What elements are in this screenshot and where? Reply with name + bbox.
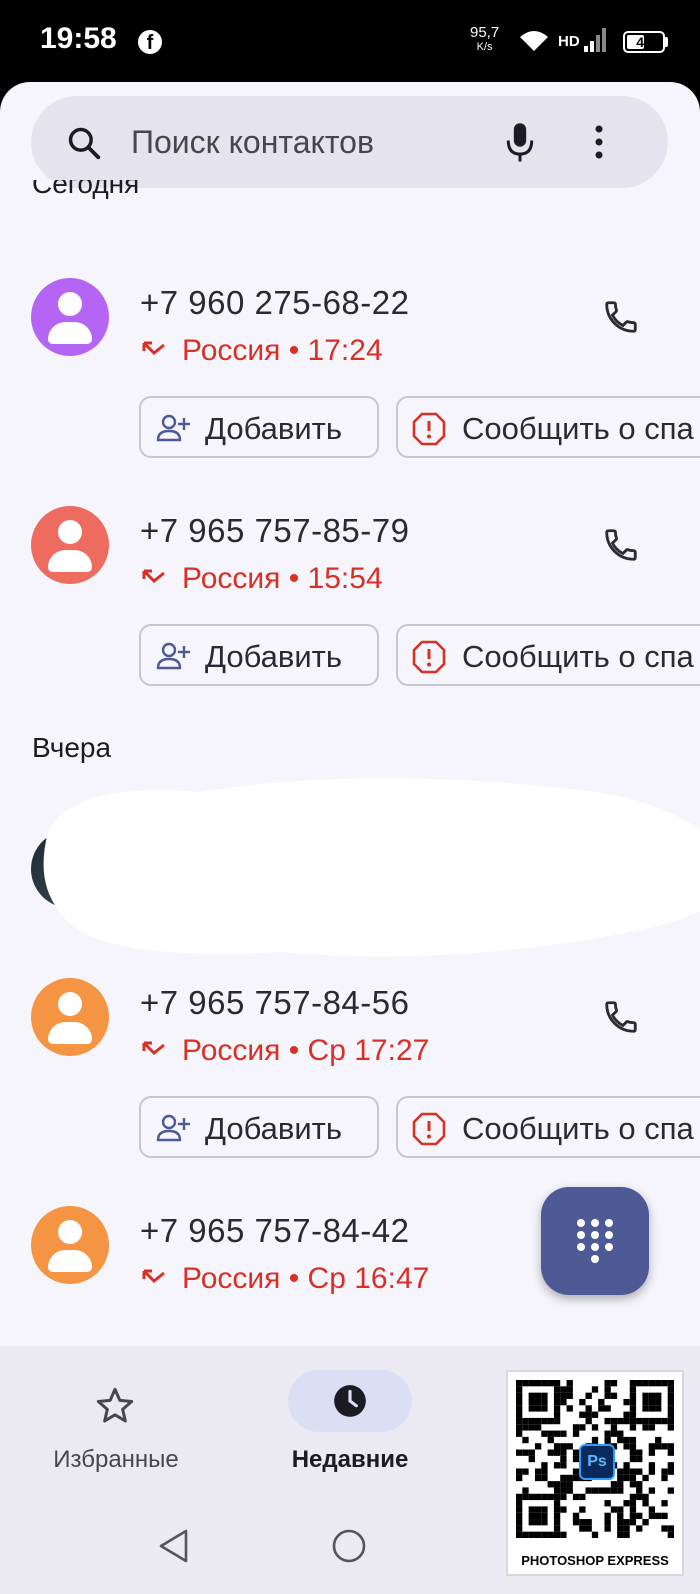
phone-call-icon[interactable] — [602, 998, 640, 1036]
call-row[interactable]: +7 965 757-84-56 Россия • Ср 17:27 — [0, 958, 700, 1068]
add-contact-button[interactable]: Добавить — [139, 396, 379, 458]
section-today: Сегодня — [32, 180, 139, 210]
call-number: +7 965 757-84-56 — [140, 984, 410, 1021]
star-icon[interactable] — [95, 1386, 135, 1426]
add-person-icon — [156, 1114, 190, 1142]
battery-icon: 44 — [623, 31, 665, 53]
nav-recents-tab[interactable] — [288, 1370, 412, 1432]
avatar[interactable] — [31, 978, 109, 1056]
avatar[interactable] — [31, 506, 109, 584]
network-speed-unit: K/s — [476, 41, 493, 53]
avatar[interactable] — [31, 278, 109, 356]
missed-call-icon — [142, 1041, 165, 1056]
wifi-icon — [520, 31, 548, 51]
report-icon — [412, 640, 446, 674]
missed-call-icon — [142, 569, 165, 584]
more-vert-icon[interactable] — [594, 125, 604, 159]
add-person-icon — [156, 642, 190, 670]
signal-icon — [584, 28, 606, 52]
search-icon — [68, 127, 101, 160]
photoshop-logo: Ps — [579, 1444, 615, 1480]
missed-call-icon — [142, 1269, 165, 1284]
microphone-icon[interactable] — [505, 122, 535, 164]
add-contact-label: Добавить — [205, 411, 343, 446]
add-person-icon — [156, 414, 190, 442]
call-log-screen: Сегодня +7 960 275-68-22 Россия • 17:24 … — [0, 82, 700, 1594]
watermark-caption: PHOTOSHOP EXPRESS — [521, 1553, 669, 1568]
add-contact-label: Добавить — [205, 1111, 343, 1146]
call-row[interactable]: +7 965 757-85-79 Россия • 15:54 — [0, 486, 700, 596]
dialpad-icon — [577, 1219, 613, 1263]
search-input[interactable] — [131, 118, 471, 166]
search-bar[interactable] — [31, 96, 668, 188]
call-meta: Россия • Ср 16:47 — [182, 1262, 430, 1295]
call-number: +7 960 275-68-22 — [140, 284, 410, 321]
phone-call-icon[interactable] — [602, 298, 640, 336]
call-meta: Россия • 17:24 — [182, 334, 383, 367]
call-meta: Россия • Ср 17:27 — [182, 1034, 430, 1067]
avatar[interactable] — [31, 1206, 109, 1284]
section-today-label: Сегодня — [32, 180, 140, 199]
status-time: 19:58 — [40, 22, 117, 55]
section-yesterday: Вчера — [32, 732, 112, 763]
nav-favorites-label[interactable]: Избранные — [30, 1446, 202, 1474]
call-meta: Россия • 15:54 — [182, 562, 383, 595]
system-back-icon[interactable] — [158, 1528, 190, 1564]
report-spam-button[interactable]: Сообщить о спа — [396, 1096, 700, 1158]
dialpad-button[interactable] — [541, 1187, 649, 1295]
network-speed: 95,7 K/s — [470, 24, 500, 54]
clock-icon — [334, 1385, 366, 1417]
report-icon — [412, 1112, 446, 1146]
redaction-overlay — [43, 778, 700, 957]
add-contact-button[interactable]: Добавить — [139, 1096, 379, 1158]
nav-recents-label[interactable]: Недавние — [270, 1446, 430, 1474]
report-spam-button[interactable]: Сообщить о спа — [396, 396, 700, 458]
call-number: +7 965 757-84-42 — [140, 1212, 410, 1249]
facebook-icon: f — [138, 30, 162, 54]
network-speed-value: 95,7 — [470, 24, 500, 41]
report-icon — [412, 412, 446, 446]
battery-level: 44 — [636, 34, 652, 50]
photoshop-express-watermark: Ps PHOTOSHOP EXPRESS — [506, 1370, 684, 1576]
call-number: +7 965 757-85-79 — [140, 512, 410, 549]
status-bar: 19:58 f 95,7 K/s HD 44 — [0, 0, 700, 82]
add-contact-label: Добавить — [205, 639, 343, 674]
system-home-icon[interactable] — [331, 1528, 367, 1564]
add-contact-button[interactable]: Добавить — [139, 624, 379, 686]
phone-call-icon[interactable] — [602, 526, 640, 564]
report-spam-label: Сообщить о спа — [462, 411, 694, 446]
report-spam-label: Сообщить о спа — [462, 639, 694, 674]
call-row[interactable]: +7 960 275-68-22 Россия • 17:24 — [0, 258, 700, 368]
report-spam-label: Сообщить о спа — [462, 1111, 694, 1146]
report-spam-button[interactable]: Сообщить о спа — [396, 624, 700, 686]
network-type-label: HD — [558, 33, 580, 50]
missed-call-icon — [142, 341, 165, 356]
